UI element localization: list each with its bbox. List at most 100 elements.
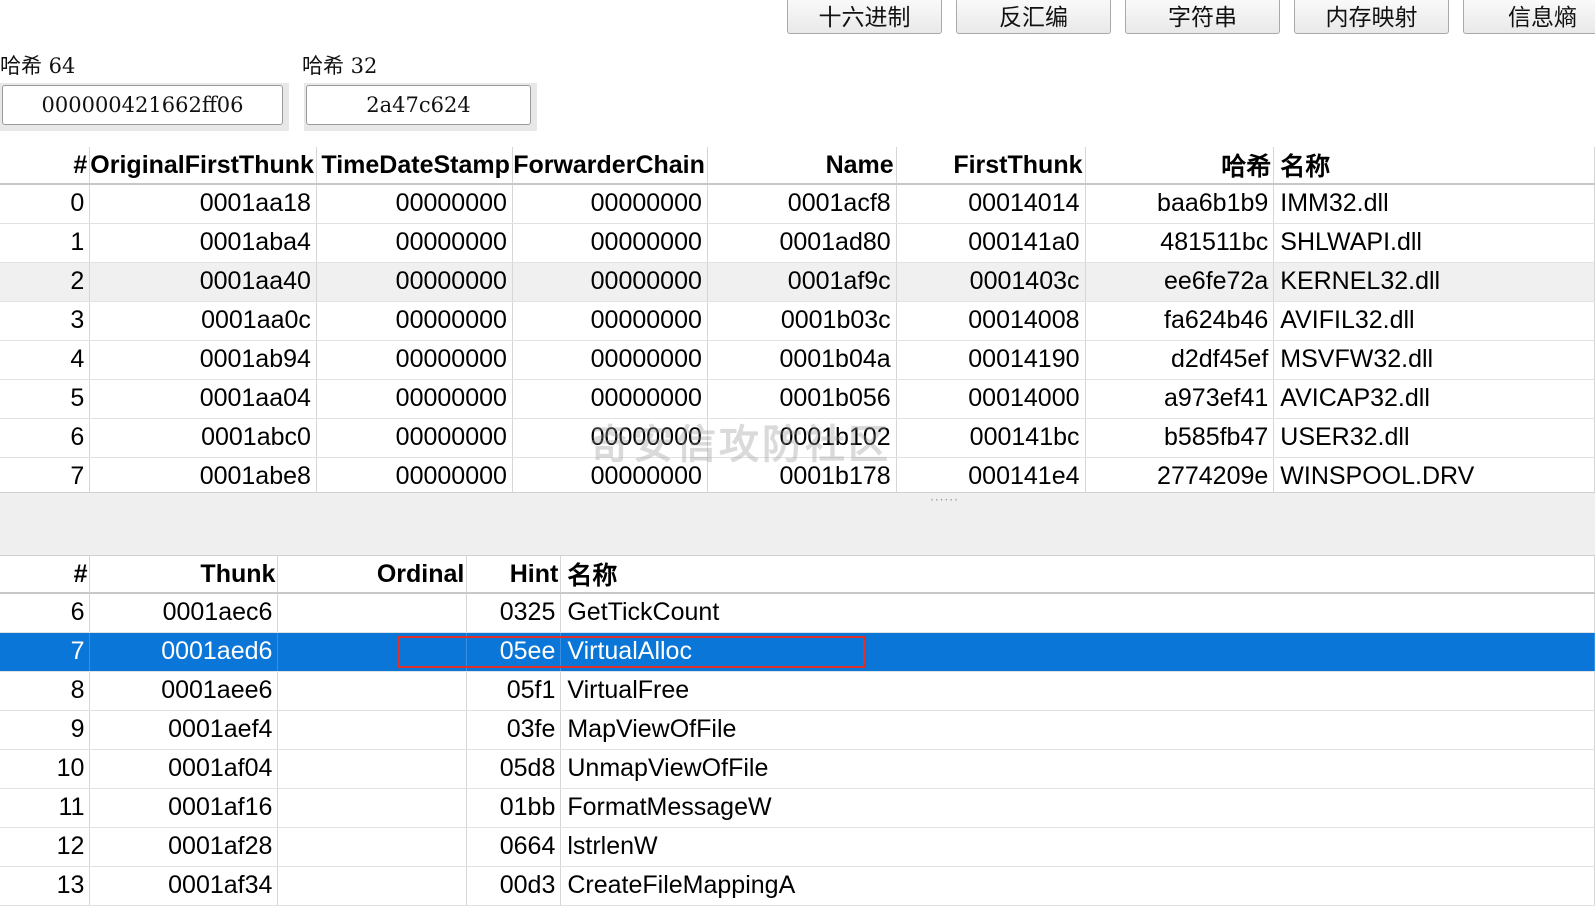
function-cell: 10 bbox=[0, 749, 91, 789]
import-cell: 0001aa04 bbox=[89, 379, 317, 419]
import-cell: 000141e4 bbox=[896, 457, 1086, 492]
import-cell: 00000000 bbox=[316, 301, 513, 341]
import-cell: 0001b056 bbox=[707, 379, 897, 419]
import-cell: 00014008 bbox=[896, 301, 1086, 341]
function-row[interactable]: 6 0001aec6 0325 GetTickCount bbox=[0, 593, 1595, 633]
function-cell: 13 bbox=[0, 866, 91, 906]
import-row[interactable]: 7 0001abe8 00000000 00000000 0001b178 000141e… bbox=[0, 457, 1595, 492]
function-cell bbox=[277, 866, 468, 906]
function-row[interactable]: 7 0001aed6 05ee VirtualAlloc bbox=[0, 632, 1595, 672]
import-row[interactable]: 2 0001aa40 00000000 00000000 0001af9c 0001403… bbox=[0, 262, 1595, 302]
import-cell: 00000000 bbox=[512, 418, 708, 458]
col-fn-name-header[interactable]: 名称 bbox=[560, 556, 1595, 594]
function-row[interactable]: 10 0001af04 05d8 UnmapViewOfFile bbox=[0, 749, 1595, 789]
function-cell: 6 bbox=[0, 593, 91, 633]
hash64-field-frame: 000000421662ff06 bbox=[0, 83, 289, 131]
function-row[interactable]: 13 0001af34 00d3 CreateFileMappingA bbox=[0, 866, 1595, 906]
import-row[interactable]: 4 0001ab94 00000000 00000000 0001b04a 0001419… bbox=[0, 340, 1595, 380]
col-ordinal-header[interactable]: Ordinal bbox=[277, 556, 468, 594]
function-cell: 0001aef4 bbox=[89, 710, 279, 750]
function-cell bbox=[277, 827, 468, 867]
import-row[interactable]: 6 0001abc0 00000000 00000000 0001b102 000141b… bbox=[0, 418, 1595, 458]
import-row[interactable]: 5 0001aa04 00000000 00000000 0001b056 0001400… bbox=[0, 379, 1595, 419]
col-thunk-header[interactable]: Thunk bbox=[89, 556, 279, 594]
import-cell: SHLWAPI.dll bbox=[1273, 223, 1595, 263]
function-row[interactable]: 8 0001aee6 05f1 VirtualFree bbox=[0, 671, 1595, 711]
function-cell: 0001aed6 bbox=[89, 632, 279, 672]
col-name-header[interactable]: Name bbox=[707, 147, 897, 185]
function-cell: 11 bbox=[0, 788, 91, 828]
col-dllname-header[interactable]: 名称 bbox=[1273, 147, 1595, 185]
import-cell: 0001b102 bbox=[707, 418, 897, 458]
col-hash-header[interactable]: 哈希 bbox=[1085, 147, 1275, 185]
hash32-label: 哈希 32 bbox=[302, 54, 378, 78]
import-cell: 000141a0 bbox=[896, 223, 1086, 263]
hash32-field[interactable]: 2a47c624 bbox=[306, 85, 531, 125]
import-cell: 2774209e bbox=[1085, 457, 1275, 492]
col-firstthunk-header[interactable]: FirstThunk bbox=[896, 147, 1086, 185]
col-fn-index-header[interactable]: # bbox=[0, 556, 91, 594]
function-cell: 00d3 bbox=[466, 866, 562, 906]
col-hint-header[interactable]: Hint bbox=[466, 556, 562, 594]
import-cell: 00000000 bbox=[512, 340, 708, 380]
function-row[interactable]: 12 0001af28 0664 lstrlenW bbox=[0, 827, 1595, 867]
import-cell: 00000000 bbox=[512, 457, 708, 492]
memory-map-button[interactable]: 内存映射 bbox=[1294, 0, 1449, 34]
entropy-button[interactable]: 信息熵 bbox=[1463, 0, 1595, 34]
function-cell bbox=[277, 593, 468, 633]
import-cell: 5 bbox=[0, 379, 91, 419]
import-cell: 6 bbox=[0, 418, 91, 458]
strings-button[interactable]: 字符串 bbox=[1125, 0, 1280, 34]
hash64-field[interactable]: 000000421662ff06 bbox=[2, 85, 283, 125]
import-cell: 00000000 bbox=[316, 262, 513, 302]
function-cell: 0001aee6 bbox=[89, 671, 279, 711]
function-cell bbox=[277, 749, 468, 789]
import-row[interactable]: 3 0001aa0c 00000000 00000000 0001b03c 0001400… bbox=[0, 301, 1595, 341]
import-cell: 00000000 bbox=[316, 418, 513, 458]
function-cell: 0325 bbox=[466, 593, 562, 633]
import-cell: 0001b03c bbox=[707, 301, 897, 341]
import-row[interactable]: 0 0001aa18 00000000 00000000 0001acf8 0001401… bbox=[0, 184, 1595, 224]
import-cell: 00000000 bbox=[512, 184, 708, 224]
function-cell: 0001af16 bbox=[89, 788, 279, 828]
function-row[interactable]: 11 0001af16 01bb FormatMessageW bbox=[0, 788, 1595, 828]
function-cell: 9 bbox=[0, 710, 91, 750]
import-cell: 0001abc0 bbox=[89, 418, 317, 458]
hex-view-button[interactable]: 十六进制 bbox=[787, 0, 942, 34]
disassembly-button[interactable]: 反汇编 bbox=[956, 0, 1111, 34]
col-forwarderchain-header[interactable]: ForwarderChain bbox=[512, 147, 708, 185]
hash64-label: 哈希 64 bbox=[0, 54, 76, 78]
import-cell: 0001aba4 bbox=[89, 223, 317, 263]
function-cell: 7 bbox=[0, 632, 91, 672]
import-cell: 00000000 bbox=[316, 340, 513, 380]
col-timedatestamp-header[interactable]: TimeDateStamp bbox=[316, 147, 513, 185]
function-cell bbox=[277, 710, 468, 750]
import-cell: b585fb47 bbox=[1085, 418, 1275, 458]
import-cell: 2 bbox=[0, 262, 91, 302]
function-row[interactable]: 9 0001aef4 03fe MapViewOfFile bbox=[0, 710, 1595, 750]
function-cell: VirtualFree bbox=[560, 671, 1595, 711]
import-cell: 00000000 bbox=[316, 457, 513, 492]
import-cell: 0001aa0c bbox=[89, 301, 317, 341]
col-originalfirstthunk-header[interactable]: OriginalFirstThunk bbox=[89, 147, 317, 185]
splitter-grip-icon[interactable]: ······ bbox=[930, 493, 959, 507]
col-index-header[interactable]: # bbox=[0, 147, 91, 185]
function-cell: 8 bbox=[0, 671, 91, 711]
function-cell bbox=[277, 671, 468, 711]
function-cell: 05d8 bbox=[466, 749, 562, 789]
import-cell: 0001abe8 bbox=[89, 457, 317, 492]
panel-splitter[interactable]: ······ bbox=[0, 492, 1595, 556]
function-cell bbox=[277, 788, 468, 828]
function-table: # Thunk Ordinal Hint 名称 6 0001aec6 0325 Get… bbox=[0, 556, 1595, 906]
import-row[interactable]: 1 0001aba4 00000000 00000000 0001ad80 000141a… bbox=[0, 223, 1595, 263]
function-cell: MapViewOfFile bbox=[560, 710, 1595, 750]
import-cell: 0001b178 bbox=[707, 457, 897, 492]
import-cell: 00000000 bbox=[316, 184, 513, 224]
import-cell: 00000000 bbox=[316, 379, 513, 419]
function-cell: lstrlenW bbox=[560, 827, 1595, 867]
import-cell: MSVFW32.dll bbox=[1273, 340, 1595, 380]
import-cell: WINSPOOL.DRV bbox=[1273, 457, 1595, 492]
import-cell: 0001ab94 bbox=[89, 340, 317, 380]
import-cell: 0001acf8 bbox=[707, 184, 897, 224]
function-cell: CreateFileMappingA bbox=[560, 866, 1595, 906]
